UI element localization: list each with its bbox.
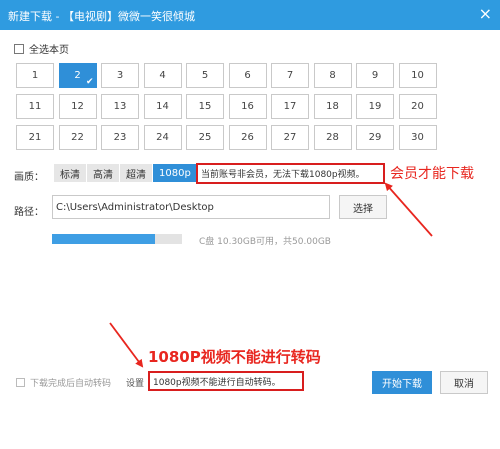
episode-number: 25 — [198, 132, 212, 143]
select-all-checkbox[interactable]: 全选本页 — [14, 41, 69, 56]
episode-button[interactable]: 10 — [398, 63, 437, 88]
transcode-notice: 1080p视频不能进行自动转码。 — [148, 371, 304, 391]
auto-transcode-checkbox[interactable]: 下载完成后自动转码 — [16, 376, 111, 389]
auto-transcode-label: 下载完成后自动转码 — [30, 379, 112, 389]
episode-number: 7 — [286, 70, 294, 81]
episode-button[interactable]: 27 — [271, 125, 309, 150]
episode-button[interactable]: 20 — [398, 94, 437, 119]
episode-number: 1 — [31, 70, 39, 81]
episode-number: 4 — [159, 70, 166, 81]
episode-number: 16 — [241, 101, 254, 112]
episode-button[interactable]: 17 — [271, 94, 309, 119]
episode-number: 6 — [244, 70, 251, 81]
episode-button[interactable]: 21 — [16, 125, 54, 150]
episode-button[interactable]: 24 — [143, 125, 182, 150]
checkmark-icon: ✔ — [85, 77, 94, 87]
episode-number: 5 — [201, 70, 209, 81]
episode-number: 12 — [71, 101, 84, 112]
episode-number: 15 — [198, 101, 212, 112]
episode-button[interactable]: 25 — [186, 125, 224, 150]
episode-grid: 1 2 ✔ 3 4 5 6 7 8 9 10 11 12 13 14 15 16 17 18 19 20 21 22 23 24… — [16, 63, 437, 150]
episode-number: 24 — [156, 132, 169, 143]
path-input[interactable]: C:\Users\Administrator\Desktop — [52, 195, 330, 219]
episode-button[interactable]: 18 — [313, 94, 352, 119]
quality-selector: 标清 高清 超清 1080p — [54, 164, 198, 182]
episode-number: 18 — [326, 101, 339, 112]
title-bar: 新建下载 - 【电视剧】微微一笑很倾城 × — [0, 0, 500, 30]
episode-number: 30 — [411, 132, 424, 143]
select-all-label: 全选本页 — [29, 45, 69, 56]
episode-button[interactable]: 12 — [58, 94, 97, 119]
episode-button[interactable]: 7 — [271, 63, 309, 88]
episode-number: 23 — [113, 132, 127, 143]
episode-number: 9 — [371, 70, 379, 81]
non-member-notice: 当前账号非会员，无法下载1080p视频。 — [196, 163, 385, 184]
quality-option[interactable]: 高清 — [87, 164, 119, 182]
quality-option[interactable]: 1080p — [153, 164, 197, 182]
episode-button[interactable]: 23 — [101, 125, 139, 150]
episode-button[interactable]: 16 — [228, 94, 267, 119]
episode-number: 22 — [71, 132, 84, 143]
annotation-member-only: 会员才能下载 — [390, 166, 474, 182]
disk-usage-bar — [52, 234, 182, 244]
episode-number: 8 — [329, 70, 336, 81]
episode-number: 19 — [368, 101, 382, 112]
episode-button[interactable]: 22 — [58, 125, 97, 150]
cancel-button[interactable]: 取消 — [440, 371, 488, 394]
episode-number: 26 — [241, 132, 254, 143]
disk-space-text: C盘 10.30GB可用，共50.00GB — [199, 237, 331, 247]
annotation-no-transcode: 1080P视频不能进行转码 — [148, 348, 321, 366]
episode-button[interactable]: 19 — [356, 94, 394, 119]
episode-button[interactable]: 5 — [186, 63, 224, 88]
episode-button[interactable]: 6 — [228, 63, 267, 88]
episode-number: 29 — [368, 132, 382, 143]
episode-button[interactable]: 26 — [228, 125, 267, 150]
path-label: 路径： — [14, 207, 44, 218]
episode-button[interactable]: 2 ✔ — [58, 63, 97, 88]
settings-link[interactable]: 设置 — [126, 376, 144, 389]
quality-option[interactable]: 超清 — [120, 164, 152, 182]
episode-number: 11 — [28, 101, 42, 112]
episode-button[interactable]: 14 — [143, 94, 182, 119]
episode-button[interactable]: 8 — [313, 63, 352, 88]
episode-button[interactable]: 9 — [356, 63, 394, 88]
episode-button[interactable]: 3 — [101, 63, 139, 88]
close-icon[interactable]: × — [479, 4, 492, 24]
arrow-to-notice — [384, 182, 433, 237]
episode-number: 28 — [326, 132, 339, 143]
episode-button[interactable]: 15 — [186, 94, 224, 119]
episode-button[interactable]: 1 — [16, 63, 54, 88]
episode-button[interactable]: 13 — [101, 94, 139, 119]
window-title: 新建下载 - 【电视剧】微微一笑很倾城 — [8, 10, 195, 23]
checkbox-icon[interactable] — [16, 378, 25, 387]
episode-button[interactable]: 30 — [398, 125, 437, 150]
quality-label: 画质： — [14, 172, 44, 183]
disk-usage-fill — [52, 234, 155, 244]
quality-option[interactable]: 标清 — [54, 164, 86, 182]
episode-button[interactable]: 28 — [313, 125, 352, 150]
episode-number: 17 — [283, 101, 297, 112]
episode-number: 27 — [283, 132, 297, 143]
arrow-to-transcode-notice — [109, 322, 144, 368]
episode-number: 10 — [411, 70, 424, 81]
episode-number: 21 — [28, 132, 42, 143]
start-download-button[interactable]: 开始下载 — [372, 371, 432, 394]
episode-number: 20 — [411, 101, 424, 112]
episode-button[interactable]: 29 — [356, 125, 394, 150]
episode-number: 14 — [156, 101, 169, 112]
checkbox-icon[interactable] — [14, 43, 24, 54]
episode-number: 13 — [113, 101, 127, 112]
episode-button[interactable]: 4 — [143, 63, 182, 88]
episode-number: 2 — [74, 70, 81, 81]
episode-number: 3 — [116, 70, 124, 81]
episode-button[interactable]: 11 — [16, 94, 54, 119]
browse-button[interactable]: 选择 — [339, 195, 387, 219]
